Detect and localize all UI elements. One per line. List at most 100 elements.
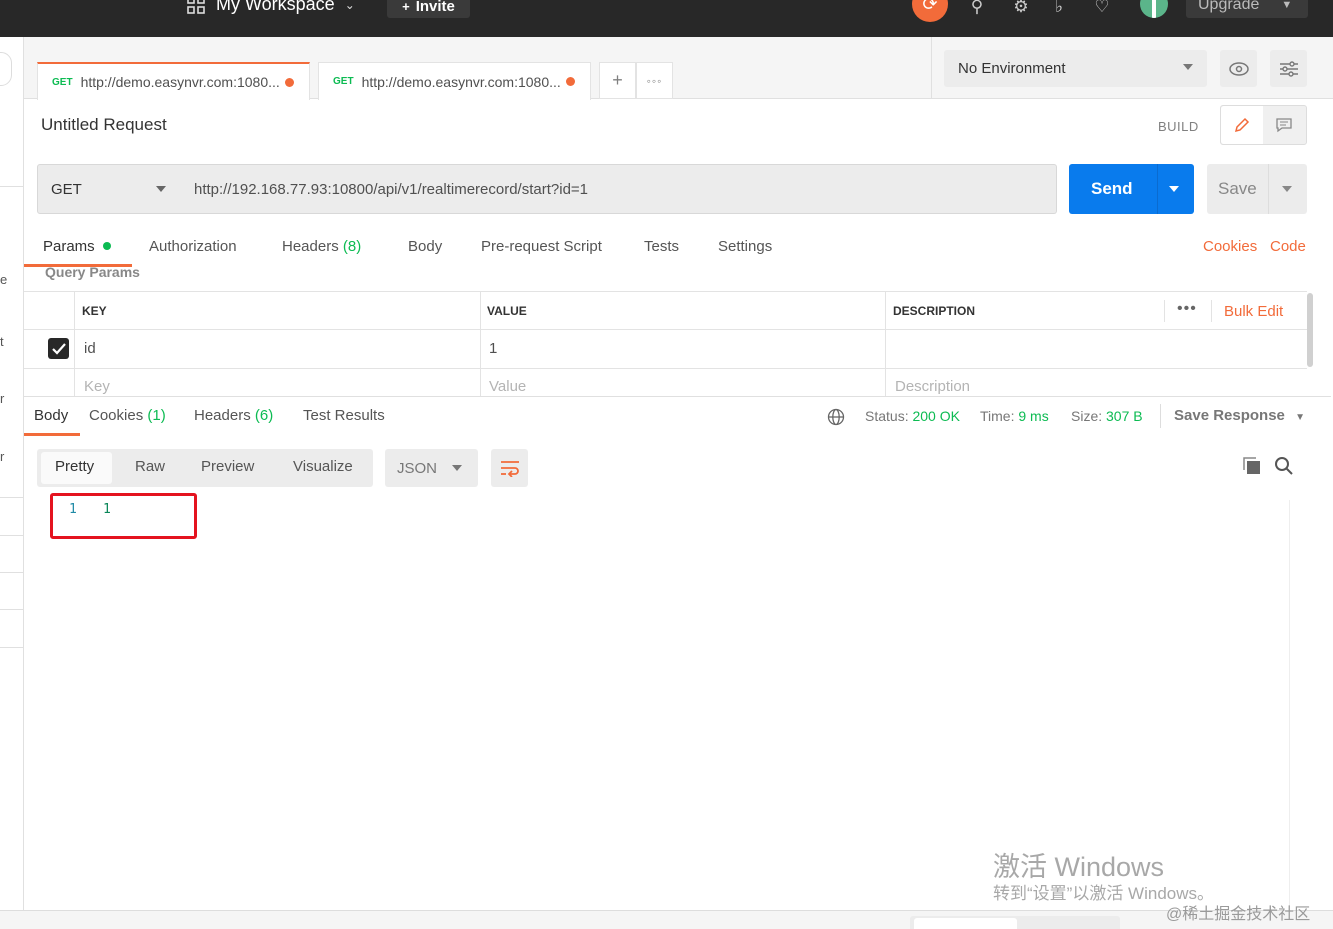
caret-down-icon xyxy=(156,186,166,192)
bulk-edit-link[interactable]: Bulk Edit xyxy=(1224,303,1283,320)
view-mode-raw[interactable]: Raw xyxy=(135,458,165,475)
sidebar-divider xyxy=(0,572,24,573)
code-link[interactable]: Code xyxy=(1270,238,1306,255)
tab-authorization[interactable]: Authorization xyxy=(149,238,237,255)
response-tab-cookies[interactable]: Cookies (1) xyxy=(89,407,166,424)
active-dot-icon xyxy=(102,242,111,250)
param-checkbox[interactable] xyxy=(48,338,69,359)
request-title[interactable]: Untitled Request xyxy=(41,115,167,135)
format-label: JSON xyxy=(397,459,438,477)
comment-icon xyxy=(1276,118,1292,133)
param-value[interactable]: 1 xyxy=(489,340,497,357)
new-key-input[interactable]: Key xyxy=(84,378,110,395)
new-value-input[interactable]: Value xyxy=(489,378,526,395)
tab-url: http://demo.easynvr.com:1080... xyxy=(80,74,280,90)
wrap-lines-button[interactable] xyxy=(491,449,528,487)
globe-icon[interactable] xyxy=(827,408,845,426)
workspace-switcher[interactable]: My Workspace ⌄ xyxy=(186,0,355,15)
comments-button[interactable] xyxy=(1263,106,1305,144)
column-header-description: DESCRIPTION xyxy=(893,304,976,318)
manage-environments-button[interactable] xyxy=(1270,50,1307,87)
heart-icon[interactable]: ♡ xyxy=(1091,0,1113,18)
save-label: Save xyxy=(1218,179,1257,198)
active-tab-underline xyxy=(24,433,80,436)
save-response-button[interactable]: Save Response ▼ xyxy=(1174,407,1305,424)
edit-mode-button[interactable] xyxy=(1221,106,1263,144)
param-key[interactable]: id xyxy=(84,340,96,357)
sidebar-divider xyxy=(0,647,24,648)
time-value: 9 ms xyxy=(1018,408,1049,424)
caret-down-icon[interactable] xyxy=(1282,186,1292,192)
view-mode-pretty[interactable]: Pretty xyxy=(55,458,94,475)
tab-params[interactable]: Params xyxy=(43,238,111,255)
new-tab-button[interactable]: + xyxy=(599,62,636,99)
settings-icon[interactable]: ⚙ xyxy=(1010,0,1032,18)
headers-count: (6) xyxy=(254,407,274,424)
cookies-link[interactable]: Cookies xyxy=(1203,238,1257,255)
save-button[interactable]: Save xyxy=(1207,164,1307,214)
request-tab[interactable]: GET http://demo.easynvr.com:1080... xyxy=(318,62,591,100)
tab-body[interactable]: Body xyxy=(408,238,442,255)
time-info: Time: 9 ms xyxy=(980,408,1049,424)
tab-method: GET xyxy=(333,76,354,87)
checkmark-icon xyxy=(51,342,66,355)
params-scrollbar[interactable] xyxy=(1307,293,1313,367)
method-label: GET xyxy=(51,180,82,198)
workspace-label: My Workspace xyxy=(216,0,335,14)
pencil-icon xyxy=(1234,117,1250,133)
build-toggle-active[interactable] xyxy=(914,918,1017,929)
send-button[interactable]: Send xyxy=(1069,164,1194,214)
headers-label: Headers xyxy=(282,238,339,255)
column-divider xyxy=(74,292,75,396)
response-tab-headers[interactable]: Headers (6) xyxy=(194,407,273,424)
table-header-row xyxy=(24,292,1307,330)
bell-icon[interactable]: ♭ xyxy=(1048,0,1070,18)
view-mode-preview[interactable]: Preview xyxy=(201,458,254,475)
sidebar-divider xyxy=(0,535,24,536)
method-select[interactable]: GET xyxy=(37,164,181,214)
eye-icon xyxy=(1228,61,1249,76)
grid-icon xyxy=(187,0,205,14)
format-select[interactable]: JSON xyxy=(385,449,478,487)
tab-tests[interactable]: Tests xyxy=(644,238,679,255)
view-mode-visualize[interactable]: Visualize xyxy=(293,458,353,475)
time-label: Time: xyxy=(980,408,1015,424)
sidebar-search-edge[interactable] xyxy=(0,52,12,86)
headers-label: Headers xyxy=(194,407,251,424)
tab-url: http://demo.easynvr.com:1080... xyxy=(361,73,561,90)
response-tab-body[interactable]: Body xyxy=(34,407,68,424)
upgrade-button[interactable]: Upgrade ▼ xyxy=(1186,0,1308,18)
request-tab[interactable]: GET http://demo.easynvr.com:1080... xyxy=(37,62,310,100)
response-tab-test-results[interactable]: Test Results xyxy=(303,407,385,424)
sidebar-text-fragment: r xyxy=(0,449,5,464)
invite-button[interactable]: + Invite xyxy=(387,0,470,18)
column-divider xyxy=(480,292,481,396)
sidebar-text-fragment: t xyxy=(0,334,4,349)
caret-down-icon[interactable] xyxy=(1169,186,1179,192)
caret-down-icon xyxy=(452,465,462,471)
new-description-input[interactable]: Description xyxy=(895,378,970,395)
ellipsis-icon[interactable]: ••• xyxy=(1177,300,1197,318)
size-label: Size: xyxy=(1071,408,1103,424)
satellite-icon[interactable]: ⚲ xyxy=(966,0,988,18)
column-header-key: KEY xyxy=(82,304,107,318)
tab-headers[interactable]: Headers (8) xyxy=(282,238,361,255)
search-icon[interactable] xyxy=(1274,456,1294,476)
status-label: Status: xyxy=(865,408,909,424)
sliders-icon xyxy=(1279,60,1298,77)
sidebar-divider xyxy=(0,609,24,610)
environment-select[interactable]: No Environment xyxy=(944,50,1207,87)
tab-options-button[interactable]: ◦◦◦ xyxy=(636,62,673,99)
status-bar xyxy=(0,910,1333,929)
status-value: 200 OK xyxy=(912,408,960,424)
unsaved-dot-icon xyxy=(565,77,575,86)
save-response-label: Save Response xyxy=(1174,407,1285,424)
environment-quick-look-button[interactable] xyxy=(1220,50,1257,87)
tab-method: GET xyxy=(52,76,73,88)
response-scrollbar[interactable] xyxy=(1289,500,1307,910)
copy-icon[interactable] xyxy=(1242,456,1262,476)
url-input[interactable]: http://192.168.77.93:10800/api/v1/realti… xyxy=(180,164,1057,214)
pane-splitter[interactable] xyxy=(24,396,1331,397)
tab-settings[interactable]: Settings xyxy=(718,238,772,255)
tab-pre-request-script[interactable]: Pre-request Script xyxy=(481,238,602,255)
